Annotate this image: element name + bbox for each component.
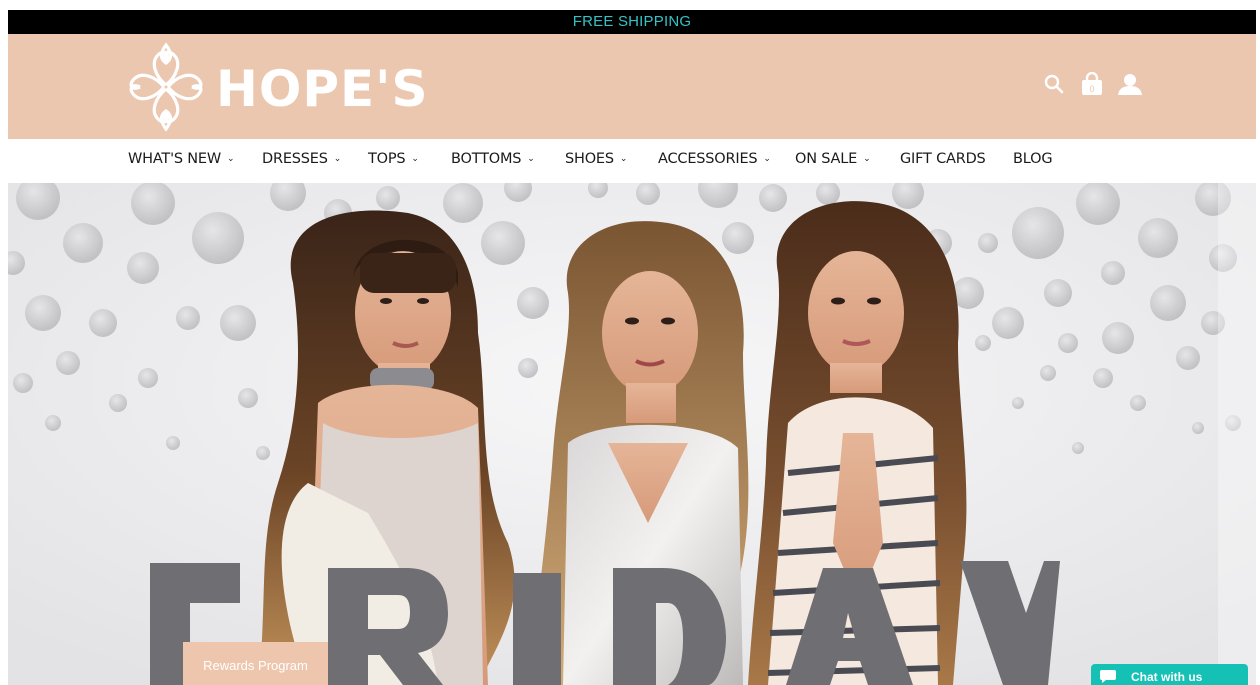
- nav-label: DRESSES: [262, 151, 328, 167]
- nav-item-whats-new[interactable]: WHAT'S NEW ⌄: [128, 151, 235, 167]
- brand-name: HOPE'S: [216, 60, 429, 118]
- chevron-down-icon: ⌄: [763, 154, 771, 164]
- announcement-bar: FREE SHIPPING: [8, 10, 1256, 34]
- chevron-down-icon: ⌄: [619, 154, 628, 164]
- chat-label: Chat with us: [1131, 670, 1203, 684]
- nav-label: ACCESSORIES: [658, 151, 758, 167]
- nav-item-dresses[interactable]: DRESSES ⌄: [262, 151, 341, 167]
- header-actions: 0: [1042, 72, 1142, 96]
- chevron-down-icon: ⌄: [411, 154, 419, 164]
- chevron-down-icon: ⌄: [333, 154, 342, 164]
- chevron-down-icon: ⌄: [527, 154, 535, 164]
- nav-label: ON SALE: [795, 151, 858, 167]
- account-icon: [1118, 74, 1142, 95]
- main-navigation: WHAT'S NEW ⌄ DRESSES ⌄ TOPS ⌄ BOTTOMS ⌄ SHOE…: [8, 139, 1256, 183]
- chevron-down-icon: ⌄: [227, 154, 235, 164]
- nav-item-bottoms[interactable]: BOTTOMS ⌄: [451, 151, 535, 167]
- nav-item-tops[interactable]: TOPS ⌄: [368, 151, 419, 167]
- hero-banner[interactable]: [8, 183, 1256, 685]
- nav-label: SHOES: [565, 151, 614, 167]
- chat-widget-button[interactable]: Chat with us: [1091, 664, 1248, 685]
- cart-icon: 0: [1082, 72, 1102, 95]
- chevron-down-icon: ⌄: [863, 154, 871, 164]
- rewards-label: Rewards Program: [203, 658, 308, 673]
- search-button[interactable]: [1042, 72, 1066, 96]
- nav-label: TOPS: [368, 151, 406, 167]
- nav-label: BOTTOMS: [451, 151, 522, 167]
- account-button[interactable]: [1118, 72, 1142, 96]
- nav-label: WHAT'S NEW: [128, 151, 222, 167]
- nav-item-on-sale[interactable]: ON SALE ⌄: [795, 151, 871, 167]
- nav-label: BLOG: [1013, 151, 1053, 167]
- cart-count: 0: [1089, 84, 1094, 94]
- search-icon: [1044, 74, 1064, 94]
- nav-label: GIFT CARDS: [900, 151, 986, 167]
- hero-image: [8, 183, 1256, 685]
- nav-item-gift-cards[interactable]: GIFT CARDS: [900, 151, 986, 167]
- chat-bubble-icon: [1100, 670, 1116, 683]
- brand-logo[interactable]: HOPE'S: [120, 42, 428, 132]
- nav-item-accessories[interactable]: ACCESSORIES ⌄: [658, 151, 771, 167]
- nav-item-blog[interactable]: BLOG: [1013, 151, 1053, 167]
- site-header: HOPE'S 0: [8, 34, 1256, 139]
- flower-logo-icon: [129, 42, 203, 132]
- rewards-program-button[interactable]: Rewards Program: [183, 642, 328, 685]
- nav-item-shoes[interactable]: SHOES ⌄: [565, 151, 627, 167]
- announcement-text: FREE SHIPPING: [572, 13, 692, 30]
- cart-button[interactable]: 0: [1080, 72, 1104, 96]
- page: FREE SHIPPING HOPE'S 0 WHAT'S NEW ⌄ DRES…: [0, 0, 1260, 685]
